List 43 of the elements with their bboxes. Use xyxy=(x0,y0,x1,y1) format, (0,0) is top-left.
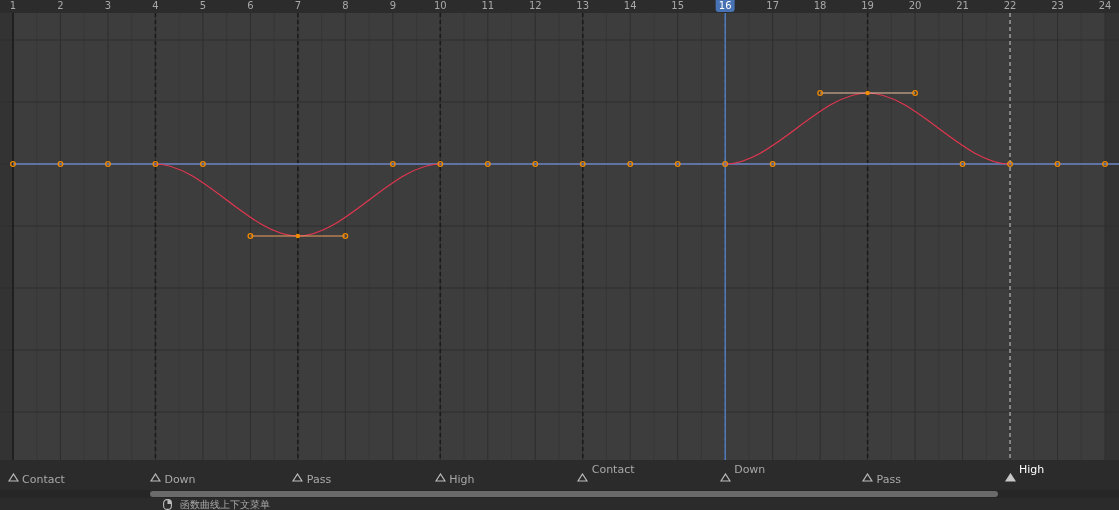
frame-number: 4 xyxy=(151,0,160,12)
marker-icon[interactable] xyxy=(292,473,304,482)
marker-icon[interactable] xyxy=(1004,473,1016,482)
marker-label: Contact xyxy=(591,463,635,476)
frame-number: 9 xyxy=(388,0,397,12)
frame-number: 1 xyxy=(8,0,18,12)
frame-number: 14 xyxy=(622,0,638,12)
frame-number: 7 xyxy=(293,0,303,12)
marker-label: Down xyxy=(164,473,196,486)
marker-icon[interactable] xyxy=(862,473,874,482)
scrollbar-thumb[interactable] xyxy=(150,491,998,497)
frame-number: 20 xyxy=(907,0,923,12)
marker-label: Pass xyxy=(876,473,901,486)
marker-icon[interactable] xyxy=(719,473,731,482)
frame-number: 8 xyxy=(341,0,350,12)
frame-number: 21 xyxy=(955,0,970,12)
frame-number: 15 xyxy=(670,0,686,12)
frame-number: 12 xyxy=(527,0,543,12)
frame-number: 3 xyxy=(103,0,113,12)
mouse-icon xyxy=(163,498,172,510)
frame-number: 16 xyxy=(715,0,735,12)
marker-label: High xyxy=(449,473,475,486)
marker-icon[interactable] xyxy=(149,473,161,482)
frame-number: 24 xyxy=(1097,0,1113,12)
marker-icon[interactable] xyxy=(577,473,589,482)
status-hint: 函数曲线上下文菜单 xyxy=(180,498,270,510)
frame-number: 19 xyxy=(860,0,875,12)
frame-number: 23 xyxy=(1050,0,1065,12)
frame-number: 17 xyxy=(765,0,780,12)
frame-number: 22 xyxy=(1002,0,1018,12)
marker-label: Contact xyxy=(22,473,65,486)
marker-label: Pass xyxy=(306,473,332,486)
marker-label: High xyxy=(1019,463,1045,476)
frame-number: 18 xyxy=(812,0,828,12)
marker-icon[interactable] xyxy=(7,473,19,482)
frame-number: 13 xyxy=(575,0,591,12)
frame-number: 11 xyxy=(480,0,496,12)
frame-number: 2 xyxy=(56,0,65,12)
marker-label: Down xyxy=(734,463,766,476)
frame-number: 10 xyxy=(432,0,448,12)
frame-number: 6 xyxy=(246,0,255,12)
marker-icon[interactable] xyxy=(434,473,446,482)
frame-number: 5 xyxy=(198,0,208,12)
